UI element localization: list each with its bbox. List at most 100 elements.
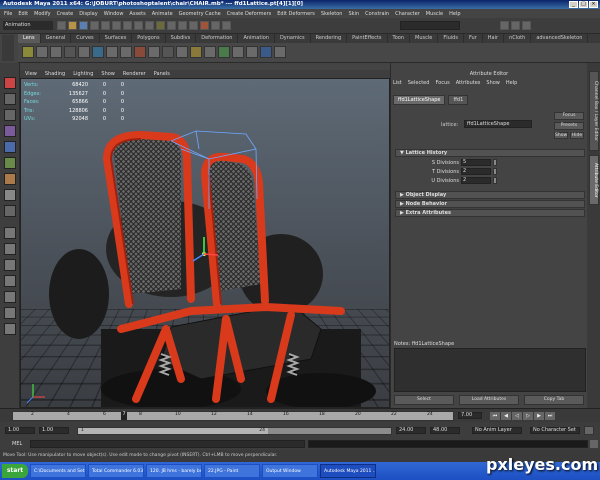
shelf-tab[interactable]: Fluids: [438, 34, 464, 43]
presets-button[interactable]: Presets: [554, 122, 584, 130]
render-layout-icon[interactable]: [4, 323, 16, 335]
menu-animate[interactable]: Animate: [152, 11, 173, 17]
close-button[interactable]: ×: [589, 1, 598, 8]
top-view-icon[interactable]: [92, 46, 104, 58]
history-icon[interactable]: [189, 21, 198, 30]
range-handle[interactable]: 1 24: [78, 428, 268, 434]
manipulator-tool-icon[interactable]: [4, 173, 16, 185]
play-forward-icon[interactable]: ▷: [523, 412, 533, 420]
render-settings-icon[interactable]: [222, 21, 231, 30]
viewport-menu-view[interactable]: View: [25, 70, 37, 78]
shelf-tab[interactable]: Curves: [71, 34, 100, 43]
ae-menu-help[interactable]: Help: [506, 80, 517, 87]
menu-set-dropdown[interactable]: Animation: [3, 21, 53, 30]
shelf-tab[interactable]: PaintEffects: [347, 34, 388, 43]
shelf-tab[interactable]: Subdivs: [166, 34, 197, 43]
start-time-field[interactable]: 1.00: [5, 427, 35, 434]
viewport-menu-lighting[interactable]: Lighting: [73, 70, 93, 78]
menu-edit[interactable]: Edit: [18, 11, 28, 17]
taskbar-item-active[interactable]: Autodesk Maya 2011 ...: [320, 464, 376, 478]
shelf-tab[interactable]: advancedSkeleton: [531, 34, 589, 43]
mask-icon-2[interactable]: [134, 21, 143, 30]
ipr-icon[interactable]: [211, 21, 220, 30]
menu-constrain[interactable]: Constrain: [365, 11, 389, 17]
section-lattice-history[interactable]: ▼ Lattice History: [395, 149, 585, 157]
resolution-gate-icon[interactable]: [260, 46, 272, 58]
menu-muscle[interactable]: Muscle: [426, 11, 443, 17]
mask-icon-3[interactable]: [145, 21, 154, 30]
select-component-icon[interactable]: [112, 21, 121, 30]
ae-menu-attributes[interactable]: Attributes: [456, 80, 481, 87]
ae-menu-focus[interactable]: Focus: [435, 80, 449, 87]
open-scene-icon[interactable]: [68, 21, 77, 30]
select-button[interactable]: Select: [394, 395, 454, 405]
camera-aim-icon[interactable]: [36, 46, 48, 58]
soft-mod-tool-icon[interactable]: [4, 189, 16, 201]
ae-menu-selected[interactable]: Selected: [408, 80, 430, 87]
current-frame-marker[interactable]: 7: [121, 412, 127, 420]
select-object-icon[interactable]: [101, 21, 110, 30]
render-icon[interactable]: [200, 21, 209, 30]
menu-help[interactable]: Help: [449, 11, 460, 17]
tab-ffd1latticeshape[interactable]: ffd1LatticeShape: [393, 95, 446, 105]
taskbar-item[interactable]: 120. JB hms - barely br...: [146, 464, 202, 478]
menu-modify[interactable]: Modify: [34, 11, 51, 17]
copy-tab-button[interactable]: Copy Tab: [524, 395, 584, 405]
shelf-tab[interactable]: Surfaces: [100, 34, 133, 43]
menu-create-deformers[interactable]: Create Deformers: [227, 11, 272, 17]
section-object-display[interactable]: ▶ Object Display: [395, 191, 585, 199]
show-button[interactable]: Show: [554, 132, 568, 139]
tab-attribute-editor[interactable]: Attribute Editor: [589, 155, 599, 205]
shelf-tab[interactable]: Fur: [464, 34, 483, 43]
notes-textarea[interactable]: [394, 348, 586, 392]
character-set-dropdown[interactable]: No Character Set: [530, 427, 580, 434]
shelf-tab[interactable]: Lens: [18, 34, 41, 43]
select-tool-icon[interactable]: [4, 77, 16, 89]
anim-layer-dropdown[interactable]: No Anim Layer: [472, 427, 522, 434]
viewport-menu-panels[interactable]: Panels: [154, 70, 170, 78]
minimize-button[interactable]: _: [569, 1, 578, 8]
load-attributes-button[interactable]: Load Attributes: [459, 395, 519, 405]
tab-ffd1[interactable]: ffd1: [448, 95, 469, 105]
ft-icon[interactable]: [190, 46, 202, 58]
s-divisions-field[interactable]: 5: [461, 159, 491, 166]
end-time-field[interactable]: 48.00: [430, 427, 460, 434]
focus-button[interactable]: Focus: [554, 112, 584, 120]
camera-icon[interactable]: [22, 46, 34, 58]
shelf-tab[interactable]: Polygons: [132, 34, 166, 43]
lattice-name-field[interactable]: ffd1LatticeShape: [464, 120, 532, 128]
menu-create[interactable]: Create: [57, 11, 74, 17]
menu-geometry-cache[interactable]: Geometry Cache: [179, 11, 221, 17]
move-tool-icon[interactable]: [4, 125, 16, 137]
viewport-menu-renderer[interactable]: Renderer: [123, 70, 146, 78]
section-extra-attributes[interactable]: ▶ Extra Attributes: [395, 209, 585, 217]
shelf-tab[interactable]: Muscle: [410, 34, 439, 43]
shelf-tab[interactable]: nCloth: [504, 34, 532, 43]
focal-icon[interactable]: [176, 46, 188, 58]
slider-handle[interactable]: [493, 159, 497, 166]
section-node-behavior[interactable]: ▶ Node Behavior: [395, 200, 585, 208]
shelf-tab[interactable]: Dynamics: [275, 34, 311, 43]
taskbar-item[interactable]: C:\Documents and Set...: [30, 464, 86, 478]
script-editor-icon[interactable]: [590, 440, 598, 448]
mask-icon[interactable]: [123, 21, 132, 30]
last-tool-icon[interactable]: [4, 205, 16, 217]
safe-action-icon[interactable]: [232, 46, 244, 58]
tab-channel-box[interactable]: Channel Box / Layer Editor: [589, 71, 599, 151]
snap-point-icon[interactable]: [178, 21, 187, 30]
shelf-tab[interactable]: Toon: [388, 34, 411, 43]
hypershade-layout-icon[interactable]: [4, 307, 16, 319]
outliner-layout-icon[interactable]: [4, 275, 16, 287]
rotate-tool-icon[interactable]: [4, 141, 16, 153]
play-back-icon[interactable]: ◁: [512, 412, 522, 420]
viewport-menu-shading[interactable]: Shading: [45, 70, 65, 78]
menu-window[interactable]: Window: [104, 11, 124, 17]
four-view-layout-icon[interactable]: [4, 243, 16, 255]
menu-character[interactable]: Character: [395, 11, 420, 17]
menu-file[interactable]: File: [4, 11, 12, 17]
hrs-icon[interactable]: [148, 46, 160, 58]
menu-assets[interactable]: Assets: [129, 11, 145, 17]
menu-display[interactable]: Display: [79, 11, 97, 17]
mel-label[interactable]: MEL: [12, 441, 22, 447]
safe-title-icon[interactable]: [246, 46, 258, 58]
